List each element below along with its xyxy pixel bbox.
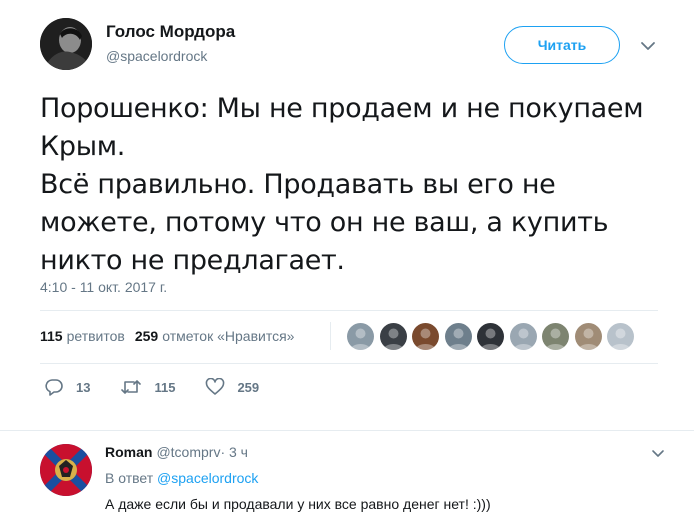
main-tweet: Голос Мордора @spacelordrock Читать Поро… (0, 0, 694, 430)
author-name[interactable]: Голос Мордора (106, 22, 235, 42)
liker-avatars (347, 323, 640, 350)
divider (40, 310, 658, 311)
author-avatar[interactable] (40, 18, 92, 70)
liker-avatar[interactable] (412, 323, 439, 350)
likes-label[interactable]: отметок «Нравится» (162, 328, 294, 344)
reply-icon (45, 379, 63, 396)
likes-count[interactable]: 259 (135, 328, 158, 344)
liker-avatar[interactable] (477, 323, 504, 350)
like-count: 259 (237, 379, 260, 395)
reply-text: А даже если бы и продавали у них все рав… (105, 496, 491, 512)
tweet-actions: 13 115 259 (44, 378, 289, 396)
chevron-down-icon[interactable] (650, 447, 666, 459)
liker-avatar[interactable] (347, 323, 374, 350)
reply-to-handle-link[interactable]: @spacelordrock (157, 470, 258, 486)
liker-avatar[interactable] (574, 323, 602, 350)
liker-avatar[interactable] (607, 323, 634, 350)
author-handle[interactable]: @spacelordrock (106, 48, 207, 64)
retweet-count: 115 (154, 379, 176, 395)
chevron-down-icon[interactable] (638, 38, 658, 54)
tweet-timestamp[interactable]: 4:10 - 11 окт. 2017 г. (40, 279, 167, 295)
tweet-text-line-2: Всё правильно. Продавать вы его не может… (40, 169, 609, 276)
follow-button[interactable]: Читать (504, 26, 620, 64)
reply-context: В ответ @spacelordrock (105, 470, 258, 486)
divider (40, 363, 658, 364)
tweet-text-line-1: Порошенко: Мы не продаем и не покупаем К… (40, 93, 644, 162)
tweet-stats: 115 ретвитов 259 отметок «Нравится» (40, 328, 294, 344)
retweet-icon (121, 380, 142, 394)
liker-avatar[interactable] (542, 323, 569, 350)
like-action[interactable]: 259 (205, 378, 259, 396)
reply-context-prefix: В ответ (105, 470, 154, 486)
reply-author-name[interactable]: Roman (105, 444, 152, 460)
reply-action[interactable]: 13 (44, 378, 90, 396)
reply-tweet[interactable]: Roman @tcomprv · 3 ч В ответ @spacelordr… (0, 431, 694, 531)
liker-avatar[interactable] (509, 323, 537, 350)
reply-count: 13 (76, 379, 91, 395)
liker-avatar[interactable] (444, 323, 472, 350)
retweets-label[interactable]: ретвитов (67, 328, 125, 344)
liker-avatar[interactable] (379, 323, 407, 350)
tweet-text: Порошенко: Мы не продаем и не покупаем К… (40, 90, 670, 280)
divider (330, 322, 331, 350)
reply-avatar[interactable] (40, 444, 92, 496)
heart-icon (206, 378, 225, 395)
reply-author-handle[interactable]: @tcomprv (156, 444, 220, 460)
reply-time[interactable]: · 3 ч (220, 444, 248, 460)
retweet-action[interactable]: 115 (120, 378, 175, 396)
reply-header: Roman @tcomprv · 3 ч (105, 444, 248, 460)
retweets-count[interactable]: 115 (40, 328, 63, 344)
